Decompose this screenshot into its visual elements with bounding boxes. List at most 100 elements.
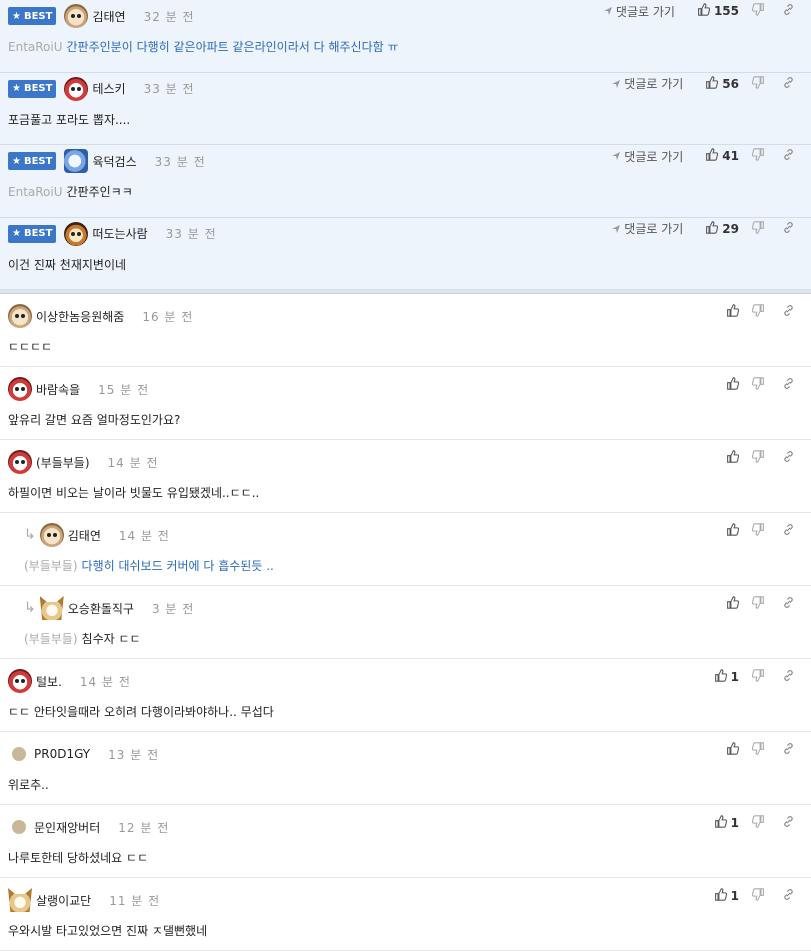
copy-link-button[interactable]	[777, 812, 799, 834]
goto-reply-link[interactable]: 댓글로 가기	[611, 220, 683, 237]
like-count: 1	[730, 670, 739, 684]
author-name[interactable]: 이상한놈응원해줌	[36, 308, 124, 325]
reply-target[interactable]: EntaRoiU	[8, 40, 63, 54]
avatar[interactable]	[64, 4, 89, 28]
like-button[interactable]: 29	[705, 220, 739, 237]
comment-body: 포금풀고 포라도 뽑자....	[8, 111, 130, 128]
thumbs-down-icon	[751, 596, 765, 612]
avatar[interactable]	[12, 747, 26, 761]
dislike-button[interactable]	[747, 593, 769, 615]
like-button[interactable]: 1	[714, 815, 739, 831]
dislike-button[interactable]	[747, 73, 769, 95]
copy-link-button[interactable]	[777, 520, 799, 542]
like-button[interactable]	[726, 304, 740, 320]
dislike-button[interactable]	[747, 666, 769, 688]
dislike-button[interactable]	[747, 520, 769, 542]
avatar[interactable]	[8, 304, 32, 328]
thumbs-up-icon	[726, 304, 740, 320]
copy-link-button[interactable]	[777, 301, 799, 323]
like-button[interactable]: 56	[705, 75, 739, 92]
copy-link-button[interactable]	[777, 73, 799, 95]
thumbs-down-icon	[751, 75, 765, 92]
like-button[interactable]	[726, 742, 740, 758]
timestamp: 32 분 전	[143, 9, 195, 24]
author-name[interactable]: 테스키	[92, 80, 125, 97]
avatar[interactable]	[39, 523, 64, 547]
copy-link-button[interactable]	[777, 0, 799, 22]
copy-link-button[interactable]	[777, 885, 799, 907]
like-button[interactable]: 155	[697, 3, 739, 19]
comment-header: 바람속을 15 분 전	[8, 375, 811, 403]
author-name[interactable]: 바람속을	[36, 381, 80, 398]
author-name[interactable]: 김태연	[92, 8, 125, 25]
goto-reply-link[interactable]: 댓글로 가기	[611, 75, 683, 92]
copy-link-button[interactable]	[777, 374, 799, 396]
copy-link-button[interactable]	[777, 218, 799, 240]
best-comment: ★ BEST 테스키 33 분 전 포금풀고 포라도 뽑자.... 댓글로 가기 56	[0, 72, 811, 145]
dislike-button[interactable]	[747, 447, 769, 469]
avatar[interactable]	[8, 450, 32, 474]
like-button[interactable]: 41	[705, 148, 739, 164]
like-button[interactable]: 1	[714, 888, 739, 904]
copy-link-button[interactable]	[777, 739, 799, 761]
comment-text: 침수자 ㄷㄷ	[81, 632, 141, 646]
comment-header: 이상한놈응원해줌 16 분 전	[8, 302, 811, 330]
comment-text: 이건 진짜 천재지변이네	[8, 257, 127, 272]
dislike-button[interactable]	[747, 739, 769, 761]
dislike-button[interactable]	[747, 812, 769, 834]
avatar[interactable]	[12, 820, 26, 834]
star-icon: ★	[12, 155, 21, 167]
like-button[interactable]	[726, 377, 740, 393]
copy-link-button[interactable]	[777, 593, 799, 615]
author-name[interactable]: 김태연	[68, 527, 101, 544]
goto-reply-link[interactable]: 댓글로 가기	[611, 148, 683, 165]
like-button[interactable]	[726, 596, 740, 612]
dislike-button[interactable]	[747, 218, 769, 240]
reply-target[interactable]: (부들부들)	[24, 559, 78, 573]
comment-text: 위로추..	[8, 778, 49, 792]
goto-reply-link[interactable]: 댓글로 가기	[603, 3, 675, 20]
author-name[interactable]: PR0D1GY	[34, 747, 90, 761]
reply-target[interactable]: EntaRoiU	[8, 185, 63, 199]
dislike-button[interactable]	[747, 374, 769, 396]
avatar[interactable]	[8, 888, 32, 912]
author-name[interactable]: (부들부들)	[36, 454, 90, 471]
comment-actions: 1	[706, 809, 799, 837]
comment-text: 포금풀고 포라도 뽑자....	[8, 112, 131, 127]
author-name[interactable]: 털보.	[36, 673, 62, 690]
avatar[interactable]	[64, 149, 89, 173]
like-button[interactable]	[726, 450, 740, 466]
author-name[interactable]: 살랭이교단	[36, 892, 91, 909]
comment-text: ㄷㄷㄷㄷ	[8, 340, 53, 354]
comment-actions	[718, 444, 799, 472]
avatar[interactable]	[64, 221, 89, 246]
avatar[interactable]	[8, 377, 32, 401]
copy-link-button[interactable]	[777, 145, 799, 167]
comment-body: 이건 진짜 천재지변이네	[8, 256, 126, 273]
link-icon	[782, 76, 795, 92]
like-button[interactable]: 1	[714, 669, 739, 685]
comment-actions: 댓글로 가기 155	[603, 0, 799, 25]
like-button[interactable]	[726, 523, 740, 539]
copy-link-button[interactable]	[777, 447, 799, 469]
copy-link-button[interactable]	[777, 666, 799, 688]
author-name[interactable]: 육덕검스	[92, 153, 136, 170]
comment-text: 하필이면 비오는 날이라 빗물도 유입됐겠네..ㄷㄷ..	[8, 486, 260, 500]
timestamp: 14 분 전	[107, 455, 159, 470]
author-name[interactable]: 문인재앙버터	[34, 819, 100, 836]
dislike-button[interactable]	[747, 0, 769, 22]
comment-body: ㄷㄷㄷㄷ	[8, 338, 52, 355]
avatar[interactable]	[64, 76, 89, 101]
dislike-button[interactable]	[747, 301, 769, 323]
author-name[interactable]: 오승환돌직구	[68, 600, 134, 617]
comment-text: 앞유리 갈면 요즘 얼마정도인가요?	[8, 413, 181, 427]
reply-target[interactable]: (부들부들)	[24, 632, 78, 646]
avatar[interactable]	[8, 669, 32, 693]
comment-text: 다행히 대쉬보드 커버에 다 흡수된듯 ..	[81, 559, 274, 573]
author-name[interactable]: 떠도는사람	[92, 225, 147, 242]
dislike-button[interactable]	[747, 885, 769, 907]
avatar[interactable]	[39, 596, 64, 620]
dislike-button[interactable]	[747, 145, 769, 167]
comment: 바람속을 15 분 전앞유리 갈면 요즘 얼마정도인가요?	[0, 367, 811, 440]
comment-header: (부들부들) 14 분 전	[8, 448, 811, 476]
